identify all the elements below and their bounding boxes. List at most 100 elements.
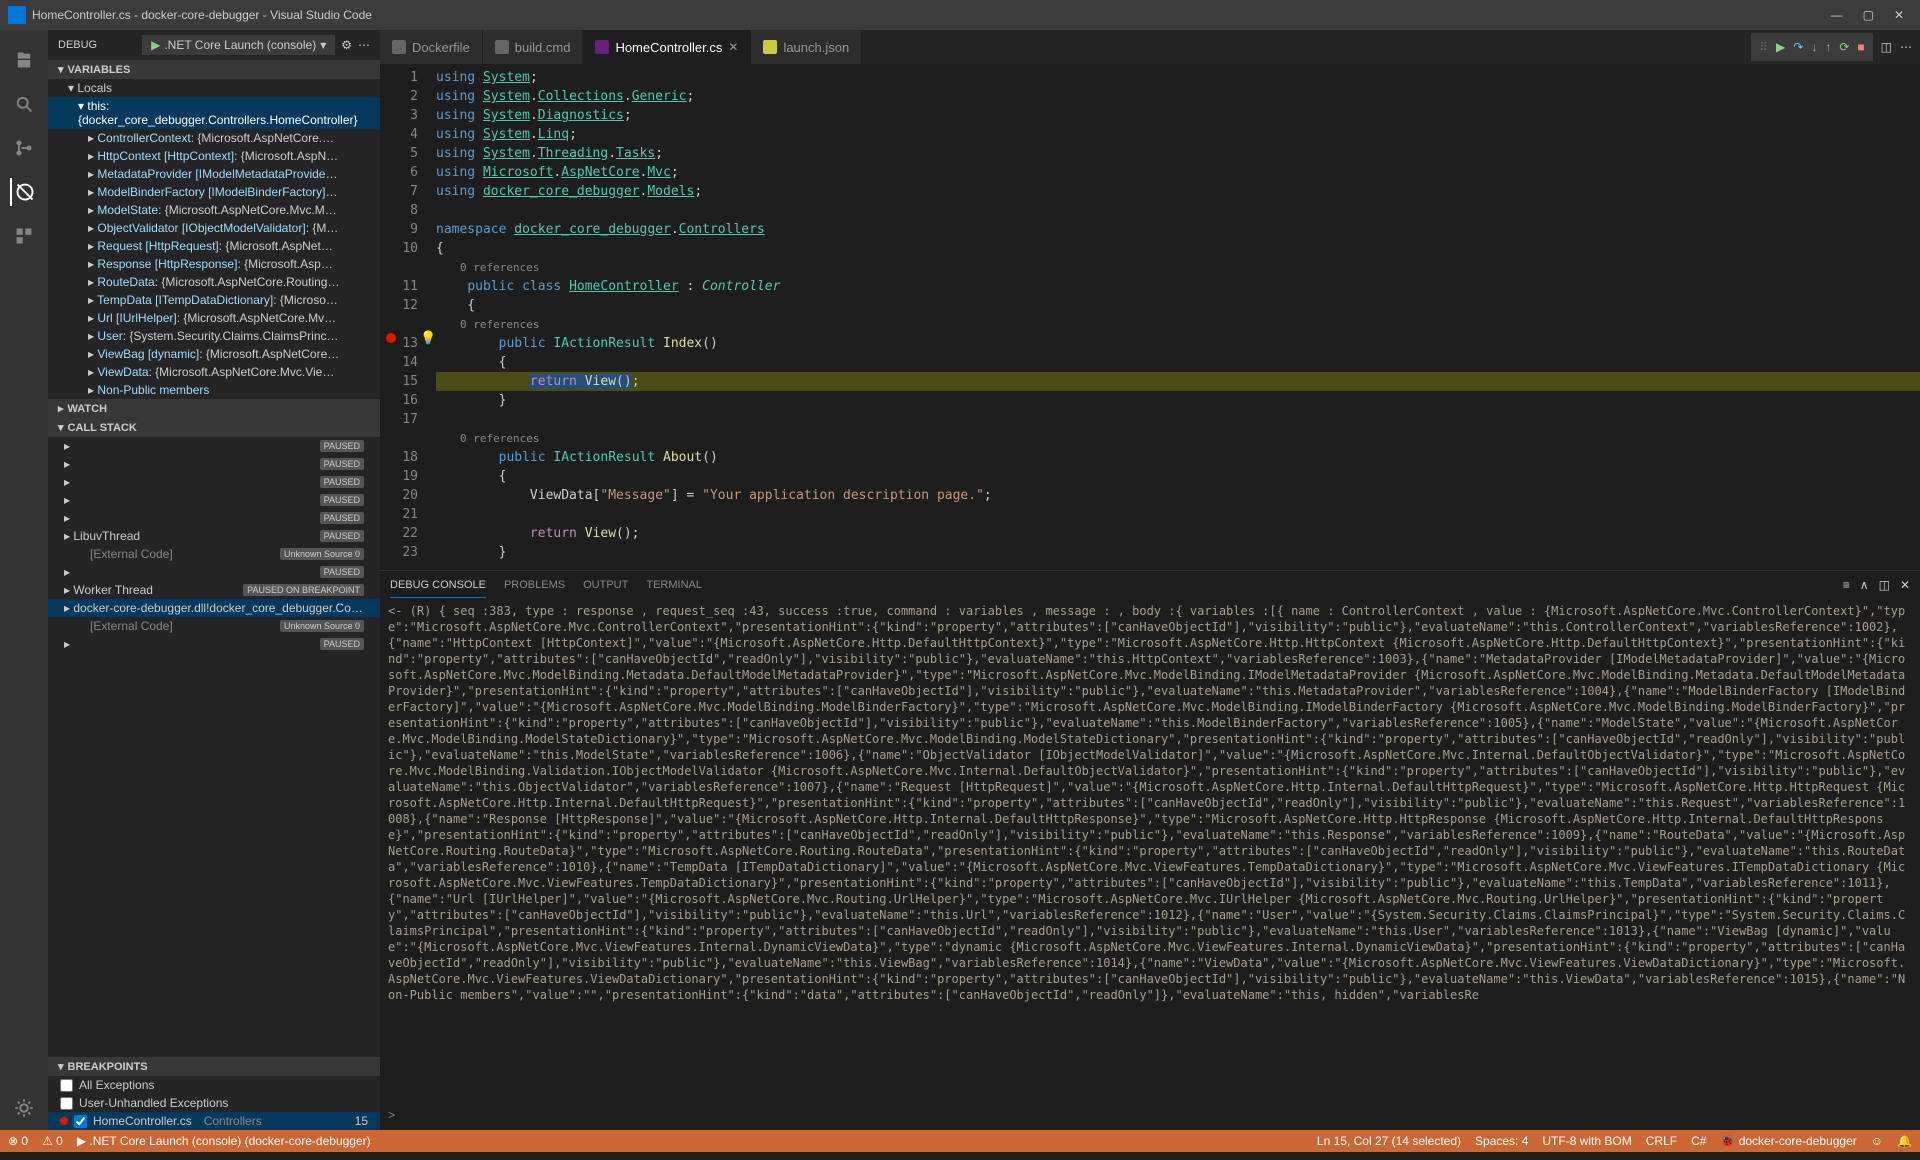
callstack-row[interactable]: ▸ PAUSED <box>48 491 380 509</box>
split-editor-icon[interactable]: ◫ <box>1881 40 1892 54</box>
variable-row[interactable]: ▸ RouteData: {Microsoft.AspNetCore.Routi… <box>48 273 380 291</box>
callstack-row[interactable]: ▸ Worker ThreadPAUSED ON BREAKPOINT <box>48 581 380 599</box>
breakpoint-icon[interactable] <box>386 333 396 343</box>
lightbulb-icon[interactable]: 💡 <box>420 331 436 346</box>
panel-tab[interactable]: TERMINAL <box>646 573 702 598</box>
debug-console-output[interactable]: <- (R) { seq :383, type : response , req… <box>380 599 1920 1106</box>
launch-config-select[interactable]: ▶ .NET Core Launch (console) ▾ <box>142 35 335 55</box>
docker-icon <box>392 40 406 54</box>
status-cursor[interactable]: Ln 15, Col 27 (14 selected) <box>1317 1134 1461 1148</box>
explorer-icon[interactable] <box>10 46 38 74</box>
variable-row[interactable]: ▸ ViewData: {Microsoft.AspNetCore.Mvc.Vi… <box>48 363 380 381</box>
variable-row[interactable]: ▸ ObjectValidator [IObjectModelValidator… <box>48 219 380 237</box>
debug-console-prompt[interactable]: > <box>380 1106 1920 1130</box>
variable-row[interactable]: ▸ HttpContext [HttpContext]: {Microsoft.… <box>48 147 380 165</box>
editor-tab[interactable]: HomeController.cs✕ <box>583 30 751 64</box>
callstack-body[interactable]: ▸ PAUSED▸ PAUSED▸ PAUSED▸ PAUSED▸ PAUSED… <box>48 437 380 653</box>
status-warnings[interactable]: ⚠ 0 <box>42 1134 63 1148</box>
variable-row[interactable]: ▸ MetadataProvider [IModelMetadataProvid… <box>48 165 380 183</box>
callstack-row[interactable]: ▸ PAUSED <box>48 635 380 653</box>
status-debugger[interactable]: 🐞 docker-core-debugger <box>1720 1134 1856 1148</box>
debug-toolbar: ⠿ ▶ ↷ ↓ ↑ ⟳ ■ <box>1751 33 1872 61</box>
collapse-icon[interactable]: ∧ <box>1860 578 1869 592</box>
variables-body[interactable]: ▾ Locals ▾ this: {docker_core_debugger.C… <box>48 79 380 399</box>
step-out-button[interactable]: ↑ <box>1825 40 1831 54</box>
more-icon[interactable]: ⋯ <box>358 38 370 52</box>
status-eol[interactable]: CRLF <box>1646 1134 1677 1148</box>
continue-button[interactable]: ▶ <box>1776 40 1785 54</box>
stop-button[interactable]: ■ <box>1857 40 1864 54</box>
panel-tab[interactable]: DEBUG CONSOLE <box>390 573 486 598</box>
editor-tab[interactable]: launch.json <box>751 30 862 64</box>
close-button[interactable]: ✕ <box>1894 8 1904 22</box>
status-feedback-icon[interactable]: ☺ <box>1871 1134 1883 1148</box>
breakpoints-section-header[interactable]: ▾ BREAKPOINTS <box>48 1057 380 1076</box>
variable-row[interactable]: ▸ ModelBinderFactory [IModelBinderFactor… <box>48 183 380 201</box>
callstack-row[interactable]: [External Code]Unknown Source 0 <box>48 545 380 563</box>
more-editor-icon[interactable]: ⋯ <box>1900 40 1920 54</box>
bp-checkbox[interactable] <box>74 1115 87 1128</box>
watch-section-header[interactable]: ▸ WATCH <box>48 399 380 418</box>
breakpoint-row[interactable]: All Exceptions <box>48 1076 380 1094</box>
editor-tab[interactable]: Dockerfile <box>380 30 483 64</box>
close-panel-icon[interactable]: ✕ <box>1900 578 1910 592</box>
variable-row[interactable]: ▸ ViewBag [dynamic]: {Microsoft.AspNetCo… <box>48 345 380 363</box>
launch-settings-icon[interactable]: ⚙ <box>341 38 352 52</box>
callstack-row[interactable]: ▸ PAUSED <box>48 509 380 527</box>
panel-tab[interactable]: PROBLEMS <box>504 573 565 598</box>
chevron-down-icon: ▾ <box>320 38 326 52</box>
variable-row[interactable]: ▸ Request [HttpRequest]: {Microsoft.AspN… <box>48 237 380 255</box>
variable-row[interactable]: ▸ Url [IUrlHelper]: {Microsoft.AspNetCor… <box>48 309 380 327</box>
close-tab-icon[interactable]: ✕ <box>728 40 738 54</box>
status-language[interactable]: C# <box>1691 1134 1706 1148</box>
restart-button[interactable]: ⟳ <box>1839 40 1849 54</box>
bp-checkbox[interactable] <box>60 1097 73 1110</box>
status-encoding[interactable]: UTF-8 with BOM <box>1542 1134 1631 1148</box>
json-icon <box>763 40 777 54</box>
bottom-panel: DEBUG CONSOLEPROBLEMSOUTPUTTERMINAL ≡ ∧ … <box>380 570 1920 1130</box>
panel-tab[interactable]: OUTPUT <box>583 573 628 598</box>
filter-icon[interactable]: ≡ <box>1843 578 1850 592</box>
step-over-button[interactable]: ↷ <box>1793 40 1803 54</box>
debug-icon[interactable] <box>10 178 38 206</box>
callstack-row[interactable]: ▸ PAUSED <box>48 437 380 455</box>
editor-tab[interactable]: build.cmd <box>483 30 584 64</box>
variable-row[interactable]: ▸ ControllerContext: {Microsoft.AspNetCo… <box>48 129 380 147</box>
status-errors[interactable]: ⊗ 0 <box>8 1134 28 1148</box>
callstack-row[interactable]: [External Code]Unknown Source 0 <box>48 617 380 635</box>
variable-row[interactable]: ▸ TempData [ITempDataDictionary]: {Micro… <box>48 291 380 309</box>
bp-checkbox[interactable] <box>60 1079 73 1092</box>
git-icon[interactable] <box>10 134 38 162</box>
drag-handle-icon[interactable]: ⠿ <box>1759 40 1768 54</box>
status-spaces[interactable]: Spaces: 4 <box>1475 1134 1528 1148</box>
variables-section-header[interactable]: ▾ VARIABLES <box>48 60 380 79</box>
search-icon[interactable] <box>10 90 38 118</box>
locals-group[interactable]: ▾ Locals <box>48 79 380 97</box>
window-controls: — ▢ ✕ <box>1831 8 1904 22</box>
callstack-section-header[interactable]: ▾ CALL STACK <box>48 418 380 437</box>
callstack-row[interactable]: ▸ docker-core-debugger.dll!docker_core_d… <box>48 599 380 617</box>
status-launch[interactable]: ▶ .NET Core Launch (console) (docker-cor… <box>77 1134 371 1148</box>
step-into-button[interactable]: ↓ <box>1811 40 1817 54</box>
this-variable[interactable]: ▾ this: {docker_core_debugger.Controller… <box>48 97 380 129</box>
maximize-panel-icon[interactable]: ◫ <box>1879 578 1890 592</box>
minimize-button[interactable]: — <box>1831 8 1843 22</box>
status-bell-icon[interactable]: 🔔 <box>1897 1134 1912 1148</box>
variable-row[interactable]: ▸ ModelState: {Microsoft.AspNetCore.Mvc.… <box>48 201 380 219</box>
breakpoint-row[interactable]: HomeController.csControllers15 <box>48 1112 380 1130</box>
variable-row[interactable]: ▸ User: {System.Security.Claims.ClaimsPr… <box>48 327 380 345</box>
code-editor[interactable]: 1234567891011121314151617181920212223 us… <box>380 64 1920 570</box>
callstack-row[interactable]: ▸ PAUSED <box>48 473 380 491</box>
variable-row[interactable]: ▸ Non-Public members <box>48 381 380 399</box>
callstack-row[interactable]: ▸ PAUSED <box>48 455 380 473</box>
callstack-row[interactable]: ▸ LibuvThreadPAUSED <box>48 527 380 545</box>
extensions-icon[interactable] <box>10 222 38 250</box>
callstack-row[interactable]: ▸ PAUSED <box>48 563 380 581</box>
variable-row[interactable]: ▸ Response [HttpResponse]: {Microsoft.As… <box>48 255 380 273</box>
breakpoints-body[interactable]: All ExceptionsUser-Unhandled ExceptionsH… <box>48 1076 380 1130</box>
maximize-button[interactable]: ▢ <box>1863 8 1874 22</box>
debug-header: DEBUG ▶ .NET Core Launch (console) ▾ ⚙ ⋯ <box>48 30 380 60</box>
settings-gear-icon[interactable] <box>10 1094 38 1122</box>
breakpoint-row[interactable]: User-Unhandled Exceptions <box>48 1094 380 1112</box>
window-title: HomeController.cs - docker-core-debugger… <box>32 8 372 22</box>
